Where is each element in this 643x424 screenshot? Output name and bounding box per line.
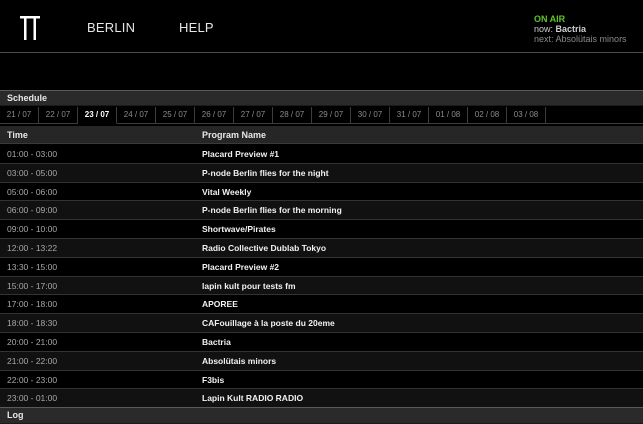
- on-air-now-value: Bactria: [555, 24, 587, 34]
- row-time: 12:00 - 13:22: [7, 242, 58, 253]
- nav-berlin[interactable]: BERLIN: [87, 20, 135, 35]
- schedule-table: 01:00 - 03:00 Placard Preview #1 03:00 - 0…: [0, 145, 643, 409]
- on-air-now: now: Bactria: [534, 24, 627, 34]
- tab-date[interactable]: 29 / 07: [312, 107, 351, 124]
- table-row[interactable]: 03:00 - 05:00 P-node Berlin flies for the…: [0, 163, 643, 183]
- row-time: 13:30 - 15:00: [7, 261, 58, 272]
- row-time: 21:00 - 22:00: [7, 355, 58, 366]
- header-divider: [0, 52, 643, 53]
- row-time: 03:00 - 05:00: [7, 167, 58, 178]
- row-time: 22:00 - 23:00: [7, 374, 58, 385]
- table-row[interactable]: 21:00 - 22:00 Absolütais minors: [0, 351, 643, 371]
- tab-date[interactable]: 23 / 07: [78, 107, 117, 124]
- date-tabs: 21 / 07 22 / 07 23 / 07 24 / 07 25 / 07 26 / …: [0, 107, 643, 124]
- tab-date[interactable]: 27 / 07: [234, 107, 273, 124]
- on-air-panel: ON AIR now: Bactria next: Absolütais min…: [534, 14, 627, 44]
- on-air-now-label: now:: [534, 24, 554, 34]
- row-program[interactable]: Shortwave/Pirates: [202, 224, 276, 234]
- row-time: 09:00 - 10:00: [7, 224, 58, 235]
- row-program[interactable]: Placard Preview #1: [202, 149, 279, 159]
- row-program[interactable]: APOREE: [202, 299, 238, 309]
- tab-date[interactable]: 30 / 07: [351, 107, 390, 124]
- column-time: Time: [7, 130, 28, 140]
- table-row[interactable]: 06:00 - 09:00 P-node Berlin flies for the…: [0, 201, 643, 221]
- row-program[interactable]: CAFouillage à la poste du 20eme: [202, 318, 335, 328]
- table-row[interactable]: 05:00 - 06:00 Vital Weekly: [0, 183, 643, 202]
- row-program[interactable]: F3bis: [202, 375, 224, 385]
- table-row[interactable]: 23:00 - 01:00 Lapin Kult RADIO RADIO: [0, 389, 643, 409]
- tab-date[interactable]: 21 / 07: [0, 107, 39, 124]
- tab-date[interactable]: 28 / 07: [273, 107, 312, 124]
- tab-date[interactable]: 22 / 07: [39, 107, 78, 124]
- row-time: 17:00 - 18:00: [7, 299, 58, 310]
- tab-date[interactable]: 26 / 07: [195, 107, 234, 124]
- row-time: 05:00 - 06:00: [7, 186, 58, 197]
- on-air-next: next: Absolütais minors: [534, 34, 627, 44]
- row-program[interactable]: Lapin Kult RADIO RADIO: [202, 393, 303, 403]
- row-program[interactable]: Absolütais minors: [202, 356, 276, 366]
- tab-date[interactable]: 02 / 08: [468, 107, 507, 124]
- tab-date[interactable]: 01 / 08: [429, 107, 468, 124]
- tab-date[interactable]: 24 / 07: [117, 107, 156, 124]
- on-air-title: ON AIR: [534, 14, 566, 24]
- row-program[interactable]: Placard Preview #2: [202, 262, 279, 272]
- table-row[interactable]: 01:00 - 03:00 Placard Preview #1: [0, 145, 643, 164]
- tab-date[interactable]: 25 / 07: [156, 107, 195, 124]
- row-time: 06:00 - 09:00: [7, 205, 58, 216]
- row-program[interactable]: Vital Weekly: [202, 187, 251, 197]
- row-time: 23:00 - 01:00: [7, 393, 58, 404]
- table-row[interactable]: 09:00 - 10:00 Shortwave/Pirates: [0, 220, 643, 239]
- column-program: Program Name: [202, 130, 267, 140]
- row-program[interactable]: P-node Berlin flies for the morning: [202, 205, 342, 215]
- table-row[interactable]: 18:00 - 18:30 CAFouillage à la poste du 2…: [0, 314, 643, 333]
- table-row[interactable]: 22:00 - 23:00 F3bis: [0, 371, 643, 390]
- table-row[interactable]: 20:00 - 21:00 Bactria: [0, 333, 643, 352]
- nav-help[interactable]: HELP: [179, 20, 214, 35]
- table-row[interactable]: 17:00 - 18:00 APOREE: [0, 295, 643, 315]
- schedule-title: Schedule: [7, 93, 48, 103]
- tab-date[interactable]: 03 / 08: [507, 107, 546, 124]
- on-air-next-label: next:: [534, 34, 554, 44]
- row-time: 15:00 - 17:00: [7, 280, 58, 291]
- tab-date[interactable]: 31 / 07: [390, 107, 429, 124]
- schedule-section-bar[interactable]: Schedule: [0, 90, 643, 106]
- log-section-bar[interactable]: Log: [0, 407, 643, 424]
- row-program[interactable]: Bactria: [202, 337, 231, 347]
- header: BERLIN HELP ON AIR now: Bactria next: Ab…: [0, 0, 643, 52]
- table-row[interactable]: 12:00 - 13:22 Radio Collective Dublab Tok…: [0, 238, 643, 258]
- table-row[interactable]: 15:00 - 17:00 lapin kult pour tests fm: [0, 276, 643, 296]
- row-program[interactable]: lapin kult pour tests fm: [202, 281, 296, 291]
- row-time: 20:00 - 21:00: [7, 336, 58, 347]
- row-program[interactable]: Radio Collective Dublab Tokyo: [202, 243, 326, 253]
- logo-icon[interactable]: [20, 16, 40, 40]
- log-title: Log: [7, 410, 24, 420]
- on-air-next-value: Absolütais minors: [555, 34, 627, 44]
- tabs-filler: [546, 107, 643, 124]
- table-row[interactable]: 13:30 - 15:00 Placard Preview #2: [0, 258, 643, 277]
- row-program[interactable]: P-node Berlin flies for the night: [202, 168, 329, 178]
- row-time: 18:00 - 18:30: [7, 318, 58, 329]
- row-time: 01:00 - 03:00: [7, 149, 58, 159]
- column-header: Time Program Name: [0, 126, 643, 144]
